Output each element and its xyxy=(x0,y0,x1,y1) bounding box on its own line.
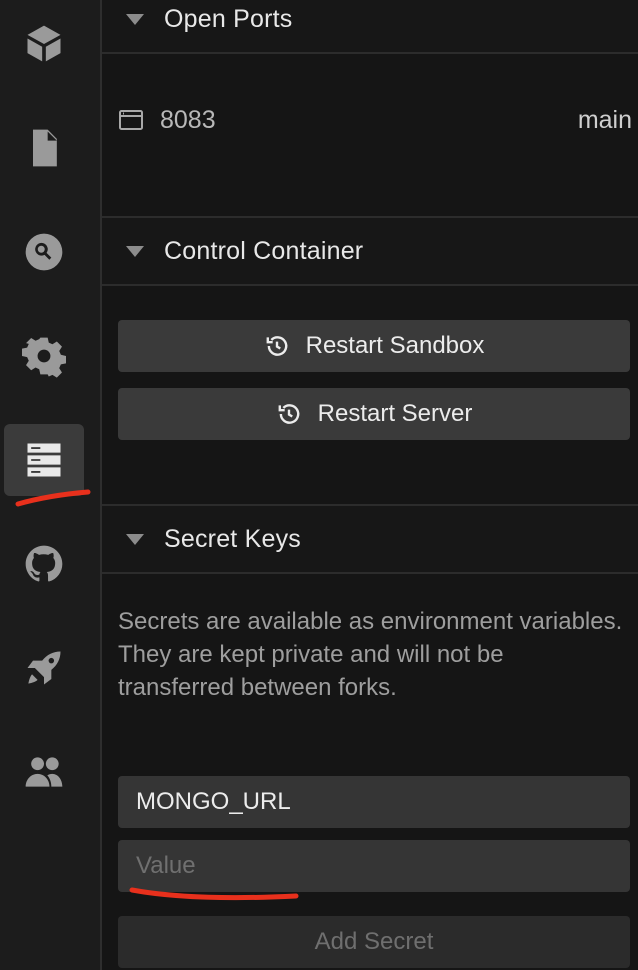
add-secret-button[interactable]: Add Secret xyxy=(118,916,630,968)
section-header-control-container[interactable]: Control Container xyxy=(102,216,638,286)
secret-keys-description: Secrets are available as environment var… xyxy=(118,608,623,701)
gear-icon xyxy=(22,337,66,378)
port-branch: main xyxy=(577,105,632,134)
restart-sandbox-button[interactable]: Restart Sandbox xyxy=(118,320,630,372)
rail-item-live[interactable] xyxy=(4,736,84,808)
rail-item-deploy[interactable] xyxy=(4,632,84,704)
rail-item-search[interactable] xyxy=(4,216,84,288)
section-header-secret-keys[interactable]: Secret Keys xyxy=(102,504,638,574)
rail-item-github[interactable] xyxy=(4,528,84,600)
rail-item-sandbox[interactable] xyxy=(4,8,84,80)
section-header-open-ports[interactable]: Open Ports xyxy=(102,0,638,54)
section-title: Control Container xyxy=(164,236,364,265)
section-title: Secret Keys xyxy=(164,524,301,553)
server-icon xyxy=(27,443,61,477)
restart-icon xyxy=(278,404,299,424)
file-icon xyxy=(33,129,57,167)
port-row[interactable]: 8083 main xyxy=(118,98,632,142)
secret-value-input[interactable] xyxy=(118,840,630,892)
github-icon xyxy=(25,545,63,582)
browser-window-icon xyxy=(119,110,143,130)
search-icon xyxy=(25,233,63,271)
users-icon xyxy=(25,757,63,787)
rail-item-settings[interactable] xyxy=(4,320,84,392)
restart-server-button[interactable]: Restart Server xyxy=(118,388,630,440)
button-label: Restart Sandbox xyxy=(305,332,485,359)
caret-down-icon xyxy=(126,245,144,257)
caret-down-icon xyxy=(126,13,144,25)
section-title: Open Ports xyxy=(164,4,293,33)
restart-icon xyxy=(266,336,287,356)
rocket-icon xyxy=(27,651,61,685)
port-number: 8083 xyxy=(160,105,216,134)
cube-icon xyxy=(27,25,61,62)
server-control-panel: Open Ports 8083 main Control Container R… xyxy=(102,0,638,970)
activity-rail xyxy=(0,0,102,970)
rail-item-server[interactable] xyxy=(4,424,84,496)
button-label: Restart Server xyxy=(317,400,473,427)
button-label: Add Secret xyxy=(314,928,434,955)
secret-name-input[interactable] xyxy=(118,776,630,828)
rail-item-files[interactable] xyxy=(4,112,84,184)
caret-down-icon xyxy=(126,533,144,545)
